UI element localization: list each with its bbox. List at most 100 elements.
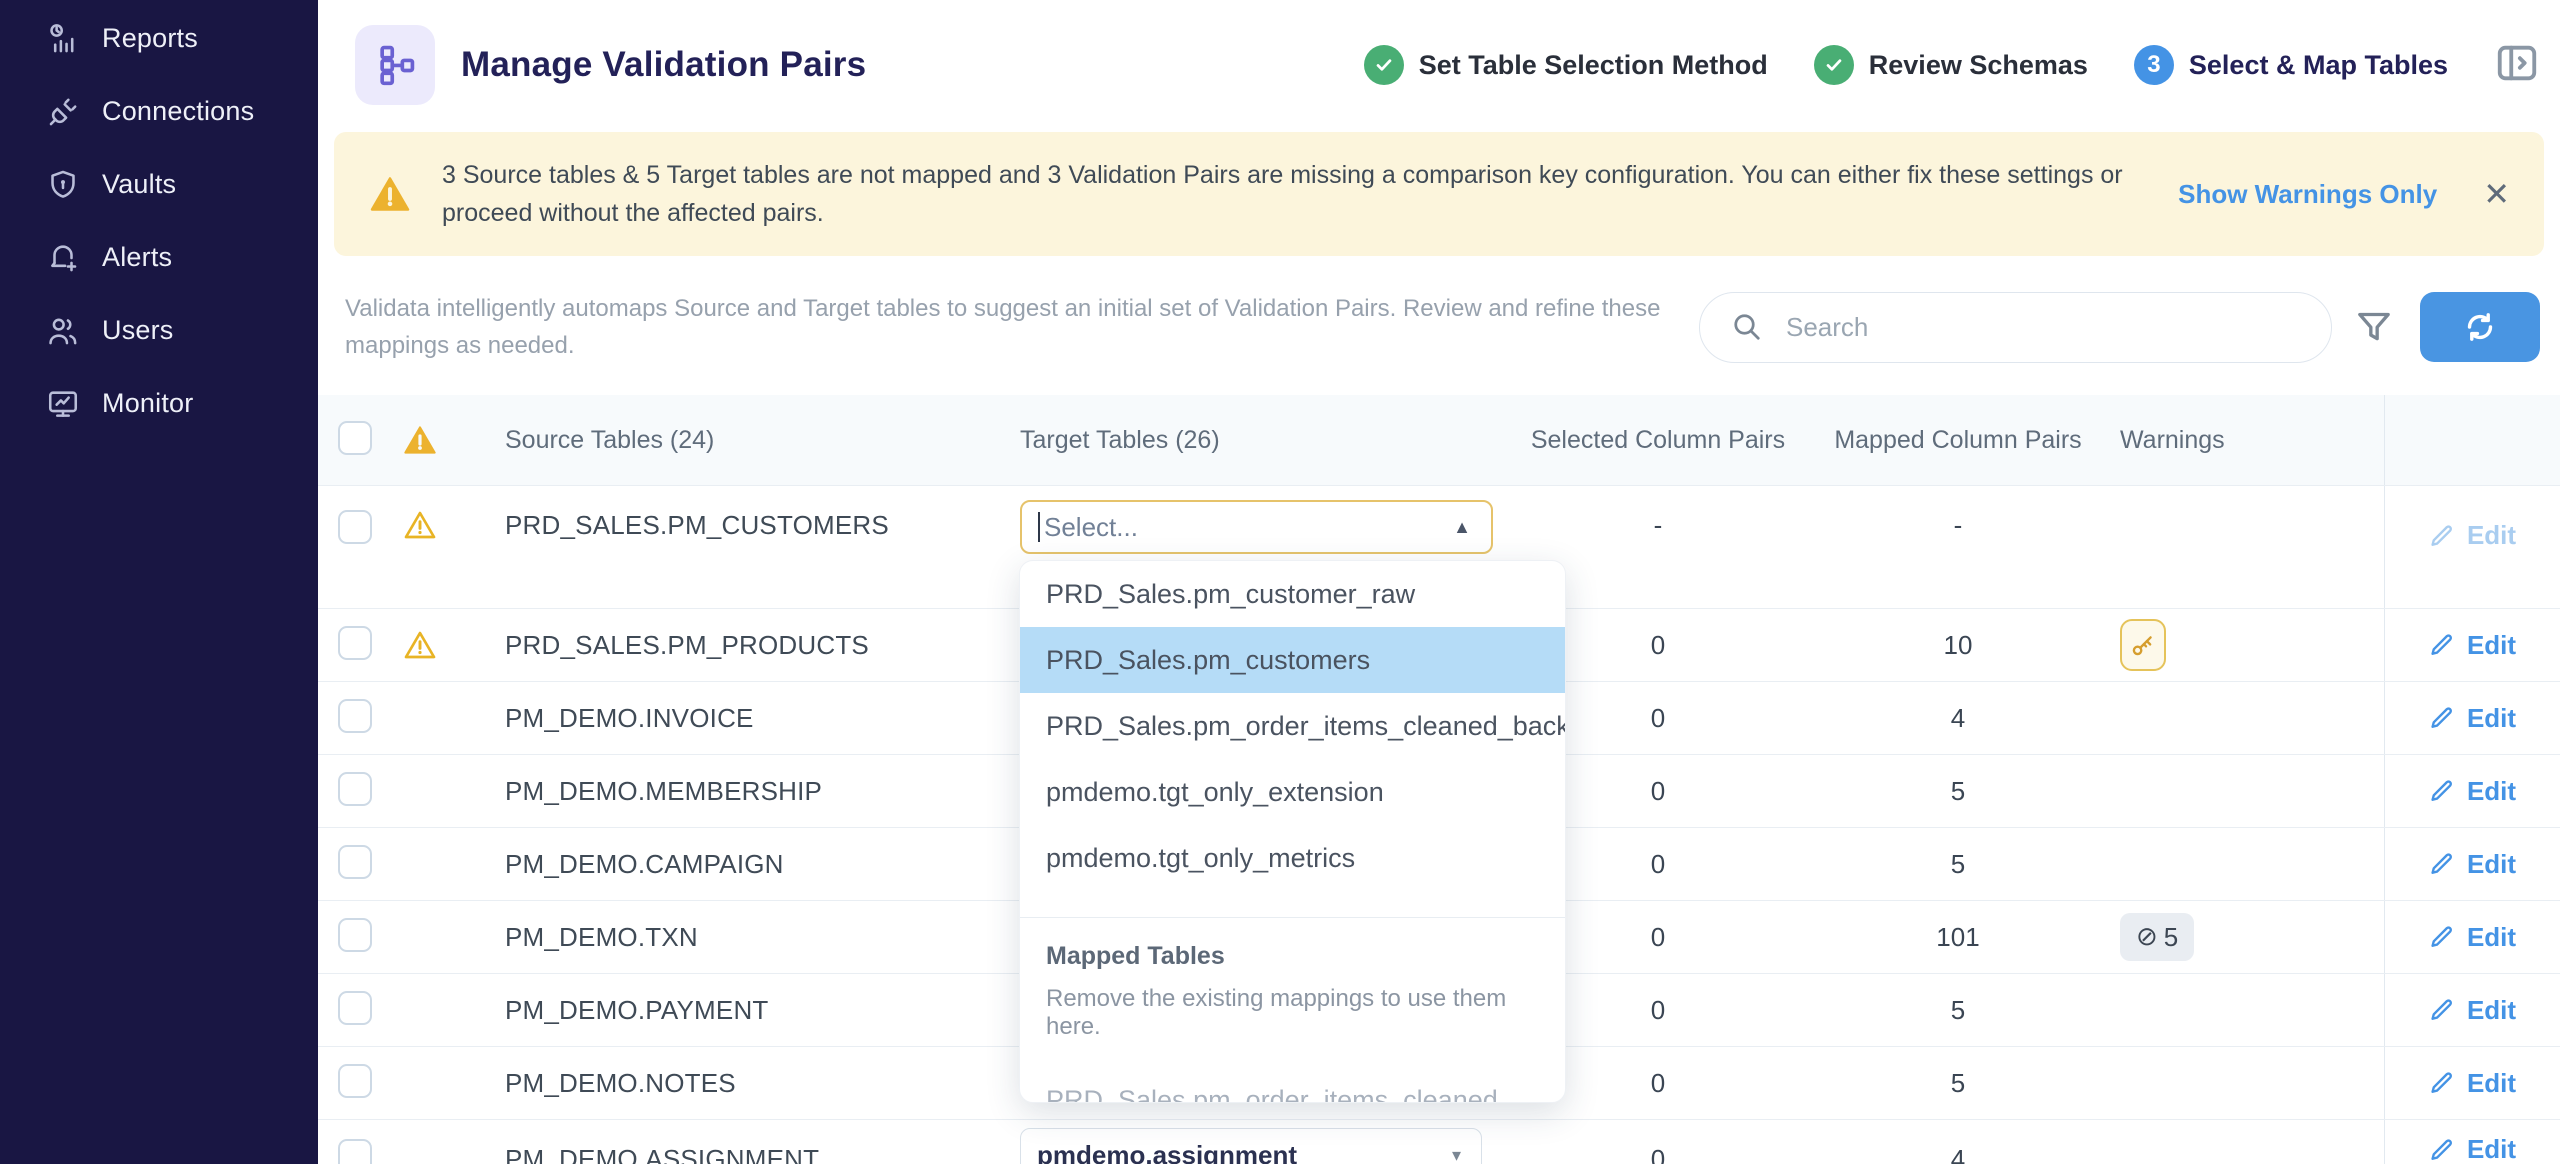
- mapped-pairs-value: 4: [1808, 703, 2108, 734]
- source-table-name: PM_DEMO.CAMPAIGN: [458, 849, 978, 880]
- dropdown-option[interactable]: PRD_Sales.pm_customer_raw: [1020, 561, 1565, 627]
- mapped-pairs-value: 5: [1808, 849, 2108, 880]
- missing-key-badge[interactable]: [2120, 619, 2166, 671]
- warning-column-icon: [404, 425, 436, 455]
- vaults-icon: [46, 168, 80, 202]
- close-icon[interactable]: ✕: [2483, 178, 2510, 210]
- column-header-selected[interactable]: Selected Column Pairs: [1508, 423, 1808, 457]
- filter-icon[interactable]: [2354, 307, 2394, 347]
- edit-button[interactable]: Edit: [2429, 520, 2516, 551]
- page-title: Manage Validation Pairs: [461, 45, 866, 85]
- warning-banner-text: 3 Source tables & 5 Target tables are no…: [442, 156, 2142, 232]
- dropdown-option-highlighted[interactable]: PRD_Sales.pm_customers: [1020, 627, 1565, 693]
- sidebar-item-label: Vaults: [102, 169, 176, 200]
- step-number-badge: 3: [2134, 45, 2174, 85]
- caret-up-icon: ▲: [1453, 517, 1471, 538]
- mapped-pairs-value: -: [1808, 486, 2108, 541]
- sidebar-item-label: Users: [102, 315, 174, 346]
- sidebar-item-connections[interactable]: Connections: [0, 75, 318, 148]
- dropdown-option[interactable]: pmdemo.tgt_only_metrics: [1020, 825, 1565, 891]
- column-header-warnings[interactable]: Warnings: [2108, 426, 2384, 455]
- refresh-button[interactable]: [2420, 292, 2540, 362]
- row-checkbox[interactable]: [338, 626, 372, 660]
- column-header-mapped[interactable]: Mapped Column Pairs: [1808, 423, 2108, 457]
- source-table-name: PM_DEMO.TXN: [458, 922, 978, 953]
- row-checkbox[interactable]: [338, 510, 372, 544]
- warning-banner: 3 Source tables & 5 Target tables are no…: [334, 132, 2544, 256]
- step-review-schemas[interactable]: Review Schemas: [1814, 45, 2088, 85]
- search-input[interactable]: [1786, 312, 2307, 343]
- source-table-name: PM_DEMO.INVOICE: [458, 703, 978, 734]
- pencil-icon: [2429, 1137, 2455, 1163]
- row-checkbox[interactable]: [338, 1139, 372, 1164]
- edit-button[interactable]: Edit: [2429, 776, 2516, 807]
- mapped-tables-note: Remove the existing mappings to use them…: [1020, 971, 1565, 1041]
- column-header-target[interactable]: Target Tables (26): [978, 426, 1508, 455]
- mapped-table-item: PRD_Sales.pm_order_items_cleaned Mapped …: [1020, 1085, 1565, 1103]
- edit-button[interactable]: Edit: [2429, 630, 2516, 661]
- step-set-table-selection-method[interactable]: Set Table Selection Method: [1364, 45, 1768, 85]
- validation-pairs-icon: [355, 25, 435, 105]
- pencil-icon: [2429, 705, 2455, 731]
- dropdown-option[interactable]: PRD_Sales.pm_order_items_cleaned_backu: [1020, 693, 1565, 759]
- mapped-pairs-value: 5: [1808, 995, 2108, 1026]
- pencil-icon: [2429, 778, 2455, 804]
- alerts-icon: [46, 241, 80, 275]
- users-icon: [46, 314, 80, 348]
- slash-circle-icon: ⊘: [2136, 922, 2158, 952]
- row-checkbox[interactable]: [338, 918, 372, 952]
- mapped-tables-heading: Mapped Tables: [1020, 918, 1565, 971]
- mapped-pairs-value: 5: [1808, 1068, 2108, 1099]
- edit-button[interactable]: Edit: [2429, 703, 2516, 734]
- selected-pairs-value: 0: [1508, 1128, 1808, 1164]
- blocked-columns-badge[interactable]: ⊘ 5: [2120, 913, 2194, 961]
- source-table-name: PRD_SALES.PM_CUSTOMERS: [458, 486, 978, 541]
- target-table-select-open[interactable]: Select... ▲: [1020, 500, 1493, 554]
- sidebar-item-label: Monitor: [102, 388, 193, 419]
- edit-button[interactable]: Edit: [2429, 1068, 2516, 1099]
- dropdown-option[interactable]: pmdemo.tgt_only_extension: [1020, 759, 1565, 825]
- sidebar-item-monitor[interactable]: Monitor: [0, 367, 318, 440]
- source-table-name: PRD_SALES.PM_PRODUCTS: [458, 630, 978, 661]
- source-table-name: PM_DEMO.MEMBERSHIP: [458, 776, 978, 807]
- table-header: Source Tables (24) Target Tables (26) Se…: [318, 395, 2560, 485]
- connections-icon: [46, 95, 80, 129]
- row-checkbox[interactable]: [338, 1064, 372, 1098]
- row-checkbox[interactable]: [338, 991, 372, 1025]
- monitor-icon: [46, 387, 80, 421]
- row-warning-icon: [404, 630, 436, 660]
- mapped-pairs-value: 4: [1808, 1128, 2108, 1164]
- edit-button[interactable]: Edit: [2429, 1134, 2516, 1164]
- step-select-map-tables[interactable]: 3 Select & Map Tables: [2134, 45, 2448, 85]
- warning-icon: [370, 176, 410, 212]
- sidebar-item-reports[interactable]: Reports: [0, 2, 318, 75]
- pencil-icon: [2429, 924, 2455, 950]
- selected-pairs-value: -: [1508, 486, 1808, 541]
- edit-button[interactable]: Edit: [2429, 849, 2516, 880]
- step-done-check-icon: [1814, 45, 1854, 85]
- sidebar-item-alerts[interactable]: Alerts: [0, 221, 318, 294]
- refresh-icon: [2463, 310, 2497, 344]
- search-icon: [1732, 312, 1762, 342]
- sidebar-item-vaults[interactable]: Vaults: [0, 148, 318, 221]
- mapped-pairs-value: 10: [1808, 630, 2108, 661]
- edit-button[interactable]: Edit: [2429, 922, 2516, 953]
- select-all-checkbox[interactable]: [338, 421, 372, 455]
- sidebar-item-users[interactable]: Users: [0, 294, 318, 367]
- edit-button[interactable]: Edit: [2429, 995, 2516, 1026]
- caret-down-icon: ▾: [1452, 1145, 1461, 1164]
- column-header-source[interactable]: Source Tables (24): [458, 426, 978, 455]
- pencil-icon: [2429, 523, 2455, 549]
- target-table-select[interactable]: pmdemo.assignment ▾: [1020, 1128, 1482, 1164]
- row-checkbox[interactable]: [338, 845, 372, 879]
- show-warnings-only-link[interactable]: Show Warnings Only: [2178, 179, 2437, 210]
- sidebar-item-label: Alerts: [102, 242, 172, 273]
- search-box[interactable]: [1699, 292, 2332, 363]
- row-checkbox[interactable]: [338, 699, 372, 733]
- row-warning-icon: [404, 510, 436, 540]
- collapse-panel-icon[interactable]: [2494, 40, 2540, 91]
- row-checkbox[interactable]: [338, 772, 372, 806]
- table-row: PM_DEMO.ASSIGNMENT pmdemo.assignment ▾ 0…: [318, 1119, 2560, 1162]
- sidebar-item-label: Connections: [102, 96, 254, 127]
- source-table-name: PM_DEMO.NOTES: [458, 1068, 978, 1099]
